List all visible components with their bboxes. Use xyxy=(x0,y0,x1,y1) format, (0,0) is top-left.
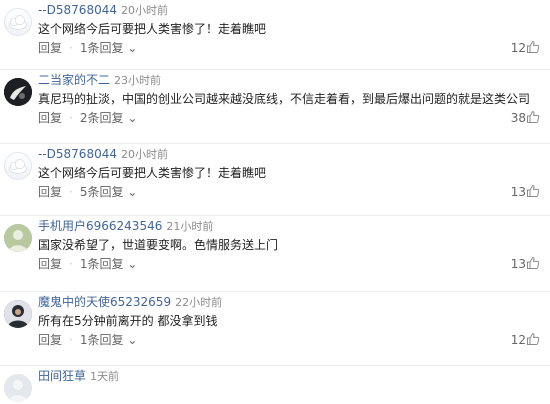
username[interactable]: 手机用户6966243546 xyxy=(38,219,162,233)
chevron-down-icon: ⌄ xyxy=(127,257,138,271)
comment-text: 这个网络今后可要把人类害惨了！走着瞧吧 xyxy=(38,22,267,36)
separator: · xyxy=(69,333,73,347)
cloud-avatar-icon xyxy=(9,15,27,30)
green-avatar-icon xyxy=(4,224,32,252)
comment-text: 所有在5分钟前离开的 都没拿到钱 xyxy=(38,314,218,328)
reply-button[interactable]: 回复 xyxy=(38,333,62,347)
chevron-down-icon: ⌄ xyxy=(127,41,138,55)
comment-item: 田间狂草 1天前 xyxy=(0,366,550,404)
comment-header: 二当家的不二 23小时前 xyxy=(38,72,161,89)
comment-actions: 回复 · 1条回复 ⌄ xyxy=(38,256,137,272)
like-count: 13 xyxy=(510,185,526,199)
separator: · xyxy=(69,41,73,55)
thumbs-up-icon[interactable] xyxy=(526,110,540,124)
thumbs-up-icon[interactable] xyxy=(526,256,540,270)
replies-count: 1条回复 xyxy=(79,41,124,55)
thumbs-up-icon[interactable] xyxy=(526,184,540,198)
cloud-avatar-icon xyxy=(9,159,27,174)
comment-actions: 回复 · 1条回复 ⌄ xyxy=(38,40,137,56)
comment-list: --D58768044 20小时前 这个网络今后可要把人类害惨了！走着瞧吧 回复 ·… xyxy=(0,0,550,403)
replies-toggle[interactable]: 1条回复 ⌄ xyxy=(80,41,138,55)
separator: · xyxy=(69,257,73,271)
chevron-down-icon: ⌄ xyxy=(127,111,138,125)
chevron-down-icon: ⌄ xyxy=(127,185,138,199)
timestamp: 21小时前 xyxy=(166,220,214,233)
comment-text: 国家没希望了，世道要变啊。色情服务送上门 xyxy=(38,238,279,252)
replies-count: 5条回复 xyxy=(79,185,124,199)
comment-item: --D58768044 20小时前 这个网络今后可要把人类害惨了！走着瞧吧 回复 ·… xyxy=(0,0,550,70)
replies-toggle[interactable]: 1条回复 ⌄ xyxy=(80,257,138,271)
username[interactable]: 二当家的不二 xyxy=(38,73,110,87)
username[interactable]: 魔鬼中的天使65232659 xyxy=(38,295,171,309)
replies-count: 2条回复 xyxy=(79,111,124,125)
separator: · xyxy=(69,185,73,199)
person-avatar-icon xyxy=(4,300,32,328)
thumbs-up-icon[interactable] xyxy=(526,332,540,346)
avatar[interactable] xyxy=(4,374,32,402)
chevron-down-icon: ⌄ xyxy=(127,333,138,347)
comment-header: --D58768044 20小时前 xyxy=(38,2,168,19)
comment-item: --D58768044 20小时前 这个网络今后可要把人类害惨了！走着瞧吧 回复 ·… xyxy=(0,144,550,216)
timestamp: 23小时前 xyxy=(114,74,162,87)
comment-actions: 回复 · 1条回复 ⌄ xyxy=(38,332,137,348)
avatar[interactable] xyxy=(4,224,32,252)
avatar[interactable] xyxy=(4,152,32,180)
comment-header: 魔鬼中的天使65232659 22小时前 xyxy=(38,294,222,311)
replies-count: 1条回复 xyxy=(79,257,124,271)
username[interactable]: --D58768044 xyxy=(38,3,117,17)
comment-header: 田间狂草 1天前 xyxy=(38,368,119,385)
comment-header: 手机用户6966243546 21小时前 xyxy=(38,218,213,235)
comment-text: 这个网络今后可要把人类害惨了！走着瞧吧 xyxy=(38,166,267,180)
gray-avatar-icon xyxy=(4,374,32,402)
reply-button[interactable]: 回复 xyxy=(38,185,62,199)
comment-text: 真尼玛的扯淡，中国的创业公司越来越没底线，不信走着看，到最后爆出问题的就是这类公… xyxy=(38,92,531,106)
thumbs-up-icon[interactable] xyxy=(526,40,540,54)
replies-toggle[interactable]: 2条回复 ⌄ xyxy=(80,111,138,125)
replies-toggle[interactable]: 5条回复 ⌄ xyxy=(80,185,138,199)
username[interactable]: 田间狂草 xyxy=(38,369,86,383)
timestamp: 1天前 xyxy=(90,370,120,383)
like-count: 12 xyxy=(510,333,526,347)
timestamp: 20小时前 xyxy=(120,148,168,161)
comment-item: 魔鬼中的天使65232659 22小时前 所有在5分钟前离开的 都没拿到钱 回复 ·… xyxy=(0,292,550,366)
like-count: 12 xyxy=(510,41,526,55)
username[interactable]: --D58768044 xyxy=(38,147,117,161)
comment-item: 二当家的不二 23小时前 真尼玛的扯淡，中国的创业公司越来越没底线，不信走着看，到… xyxy=(0,70,550,144)
dark-avatar-icon xyxy=(4,78,32,106)
like-count: 13 xyxy=(510,257,526,271)
timestamp: 20小时前 xyxy=(120,4,168,17)
comment-actions: 回复 · 5条回复 ⌄ xyxy=(38,184,137,200)
like-count: 38 xyxy=(510,111,526,125)
separator: · xyxy=(69,111,73,125)
avatar[interactable] xyxy=(4,78,32,106)
avatar[interactable] xyxy=(4,300,32,328)
reply-button[interactable]: 回复 xyxy=(38,257,62,271)
replies-count: 1条回复 xyxy=(79,333,124,347)
reply-button[interactable]: 回复 xyxy=(38,41,62,55)
comment-header: --D58768044 20小时前 xyxy=(38,146,168,163)
comment-item: 手机用户6966243546 21小时前 国家没希望了，世道要变啊。色情服务送上门… xyxy=(0,216,550,292)
replies-toggle[interactable]: 1条回复 ⌄ xyxy=(80,333,138,347)
reply-button[interactable]: 回复 xyxy=(38,111,62,125)
timestamp: 22小时前 xyxy=(175,296,223,309)
comment-actions: 回复 · 2条回复 ⌄ xyxy=(38,110,137,126)
avatar[interactable] xyxy=(4,8,32,36)
